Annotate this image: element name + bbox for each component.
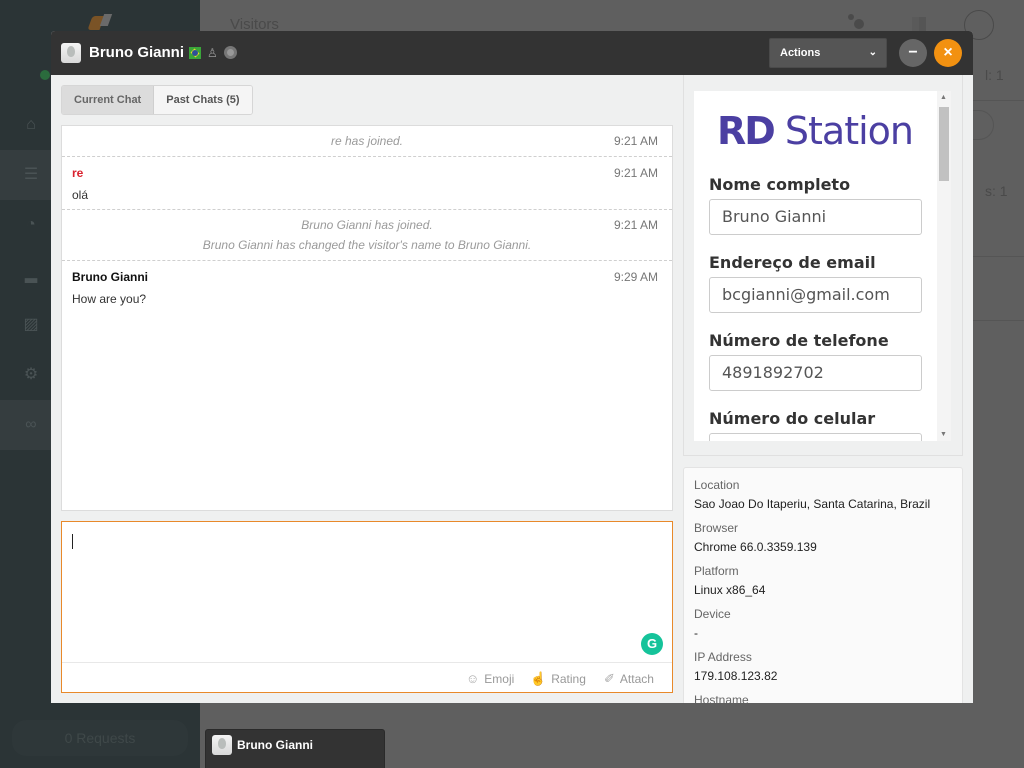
rating-label: Rating bbox=[551, 672, 586, 686]
composer-toolbar: ☺ Emoji ☝ Rating ✐ Attach bbox=[62, 662, 672, 692]
linux-icon: ♙ bbox=[207, 46, 218, 60]
message-text: How are you? bbox=[72, 292, 147, 306]
info-value-device: - bbox=[694, 626, 698, 640]
form-scrollbar[interactable]: ▲ ▼ bbox=[937, 91, 951, 441]
visitor-name-title: Bruno Gianni bbox=[89, 44, 184, 61]
thumbs-up-icon: ☝ bbox=[530, 671, 547, 686]
link-icon: ∞ bbox=[25, 416, 37, 433]
chevron-down-icon: ⌄ bbox=[868, 47, 877, 58]
info-label-location: Location bbox=[694, 478, 740, 492]
brazil-flag-icon bbox=[189, 47, 201, 59]
scroll-thumb[interactable] bbox=[939, 107, 949, 181]
text-caret bbox=[72, 534, 73, 549]
grammarly-icon[interactable]: G bbox=[641, 633, 663, 655]
modal-header: Bruno Gianni ♙ Actions ⌄ − × bbox=[51, 31, 973, 75]
system-message: re has joined. 9:21 AM bbox=[62, 126, 672, 157]
tab-past-chats[interactable]: Past Chats (5) bbox=[154, 86, 252, 114]
phone-field[interactable]: 4891892702 bbox=[709, 355, 922, 391]
home-icon: ⌂ bbox=[26, 116, 36, 133]
scroll-down-arrow-icon[interactable]: ▼ bbox=[940, 431, 947, 438]
emoji-button[interactable]: ☺ Emoji bbox=[466, 671, 514, 686]
info-label-platform: Platform bbox=[694, 564, 739, 578]
close-button[interactable]: × bbox=[934, 39, 962, 67]
email-field[interactable]: bcgianni@gmail.com bbox=[709, 277, 922, 313]
actions-dropdown[interactable]: Actions ⌄ bbox=[769, 38, 887, 68]
bg-count-2: s: 1 bbox=[985, 183, 1008, 199]
logo-bold: RD bbox=[717, 109, 776, 153]
actions-label: Actions bbox=[780, 47, 821, 59]
rating-button[interactable]: ☝ Rating bbox=[530, 671, 586, 687]
chat-log: re has joined. 9:21 AM re 9:21 AM olá Br… bbox=[61, 125, 673, 511]
dock-chat-tab[interactable]: Bruno Gianni bbox=[205, 729, 385, 768]
info-label-hostname: Hostname bbox=[694, 693, 749, 703]
system-message-text: Bruno Gianni has changed the visitor's n… bbox=[202, 238, 532, 252]
field-label-name: Nome completo bbox=[709, 175, 851, 194]
bar-chart-icon: ▂ bbox=[24, 266, 38, 283]
rd-station-logo: RD Station bbox=[717, 109, 914, 153]
visitor-avatar bbox=[61, 43, 81, 63]
info-value-platform: Linux x86_64 bbox=[694, 583, 766, 597]
info-value-ip: 179.108.123.82 bbox=[694, 669, 778, 683]
apps-grid-icon[interactable] bbox=[912, 17, 926, 31]
message-sender: re bbox=[72, 166, 84, 180]
visitors-icon: ☰ bbox=[23, 166, 39, 183]
message-text: olá bbox=[72, 188, 89, 202]
bg-count-1: l: 1 bbox=[985, 67, 1004, 83]
divider bbox=[973, 256, 1024, 257]
system-message-text: re has joined. bbox=[330, 134, 404, 148]
requests-button[interactable]: 0 Requests bbox=[12, 720, 188, 756]
visitor-info-panel: Location Sao Joao Do Itaperiu, Santa Cat… bbox=[683, 467, 963, 703]
smiley-icon: ☺ bbox=[466, 671, 480, 686]
field-label-phone: Número de telefone bbox=[709, 331, 889, 350]
message-time: 9:21 AM bbox=[613, 166, 658, 180]
message-time: 9:29 AM bbox=[613, 270, 658, 284]
attach-label: Attach bbox=[619, 672, 654, 686]
mobile-field[interactable] bbox=[709, 433, 922, 441]
tab-current-chat[interactable]: Current Chat bbox=[62, 86, 155, 114]
system-message-text: Bruno Gianni has joined. bbox=[301, 218, 433, 232]
message-sender: Bruno Gianni bbox=[72, 270, 148, 284]
field-label-mobile: Número do celular bbox=[709, 409, 876, 428]
chrome-icon bbox=[224, 46, 237, 59]
field-label-email: Endereço de email bbox=[709, 253, 876, 272]
chat-tabs: Current Chat Past Chats (5) bbox=[61, 85, 253, 115]
rd-station-form: RD Station Nome completo Bruno Gianni En… bbox=[694, 91, 937, 441]
divider bbox=[973, 320, 1024, 321]
trend-chart-icon: ▨ bbox=[23, 316, 39, 333]
info-label-ip: IP Address bbox=[694, 650, 752, 664]
message-time: 9:21 AM bbox=[613, 134, 658, 148]
dock-chat-name: Bruno Gianni bbox=[237, 738, 313, 752]
info-value-location: Sao Joao Do Itaperiu, Santa Catarina, Br… bbox=[694, 497, 931, 511]
message-time: 9:21 AM bbox=[613, 218, 658, 232]
attach-button[interactable]: ✐ Attach bbox=[604, 671, 654, 687]
chat-message: Bruno Gianni 9:29 AM How are you? bbox=[62, 261, 672, 314]
info-label-device: Device bbox=[694, 607, 731, 621]
info-value-browser: Chrome 66.0.3359.139 bbox=[694, 540, 817, 554]
clock-icon: ◔ bbox=[26, 216, 36, 233]
chat-message: re 9:21 AM olá bbox=[62, 157, 672, 210]
online-status-dot bbox=[40, 70, 50, 80]
logo-rest: Station bbox=[773, 109, 914, 153]
chat-modal: Bruno Gianni ♙ Actions ⌄ − × Current Cha… bbox=[51, 31, 973, 703]
scroll-up-arrow-icon[interactable]: ▲ bbox=[940, 94, 947, 101]
gear-icon: ⚙ bbox=[23, 366, 39, 383]
rd-station-form-panel: RD Station Nome completo Bruno Gianni En… bbox=[683, 75, 963, 456]
minimize-button[interactable]: − bbox=[899, 39, 927, 67]
paperclip-icon: ✐ bbox=[604, 671, 615, 686]
info-label-browser: Browser bbox=[694, 521, 739, 535]
emoji-label: Emoji bbox=[484, 672, 515, 686]
notifications-icon[interactable] bbox=[848, 14, 868, 30]
visitor-avatar bbox=[212, 735, 232, 755]
divider bbox=[973, 100, 1024, 101]
system-message: Bruno Gianni has joined. Bruno Gianni ha… bbox=[62, 210, 672, 261]
message-composer[interactable]: G ☺ Emoji ☝ Rating ✐ Attach bbox=[61, 521, 673, 693]
name-field[interactable]: Bruno Gianni bbox=[709, 199, 922, 235]
